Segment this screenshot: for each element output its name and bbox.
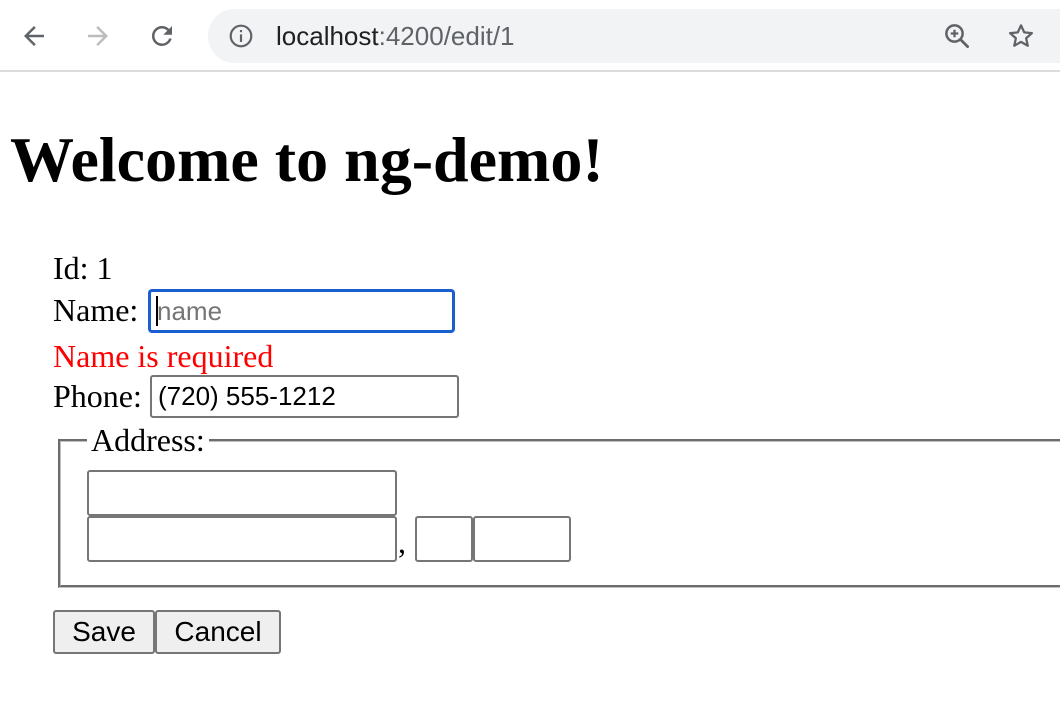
url-path: :4200/edit/1 bbox=[378, 21, 515, 51]
name-error-message: Name is required bbox=[53, 338, 274, 374]
zoom-icon[interactable] bbox=[942, 21, 972, 51]
info-icon[interactable] bbox=[228, 23, 254, 49]
page-title: Welcome to ng-demo! bbox=[10, 124, 604, 195]
address-legend: Address: bbox=[91, 422, 205, 458]
reload-icon[interactable] bbox=[140, 14, 184, 58]
id-value: 1 bbox=[96, 250, 113, 286]
star-icon[interactable] bbox=[1006, 21, 1036, 51]
text-caret bbox=[156, 296, 158, 326]
url-host: localhost bbox=[276, 21, 379, 51]
city-state-separator: , bbox=[398, 524, 406, 560]
zip-input[interactable] bbox=[473, 516, 571, 562]
back-arrow-icon[interactable] bbox=[12, 14, 56, 58]
id-row: Id: 1 bbox=[53, 248, 113, 288]
name-row: Name: bbox=[53, 289, 455, 333]
phone-row: Phone: bbox=[53, 375, 459, 418]
browser-toolbar: localhost:4200/edit/1 bbox=[0, 0, 1060, 72]
cancel-button[interactable]: Cancel bbox=[155, 610, 281, 654]
street-input[interactable] bbox=[87, 470, 397, 516]
forward-arrow-icon[interactable] bbox=[76, 14, 120, 58]
id-label: Id: bbox=[53, 250, 89, 286]
phone-input[interactable] bbox=[150, 375, 459, 418]
phone-label: Phone: bbox=[53, 378, 142, 414]
address-bar[interactable]: localhost:4200/edit/1 bbox=[208, 9, 1060, 63]
state-input[interactable] bbox=[415, 516, 473, 562]
name-input[interactable] bbox=[148, 289, 455, 333]
name-label: Name: bbox=[53, 292, 139, 328]
url-text[interactable]: localhost:4200/edit/1 bbox=[276, 19, 515, 53]
save-button[interactable]: Save bbox=[53, 610, 155, 654]
city-input[interactable] bbox=[87, 516, 397, 562]
